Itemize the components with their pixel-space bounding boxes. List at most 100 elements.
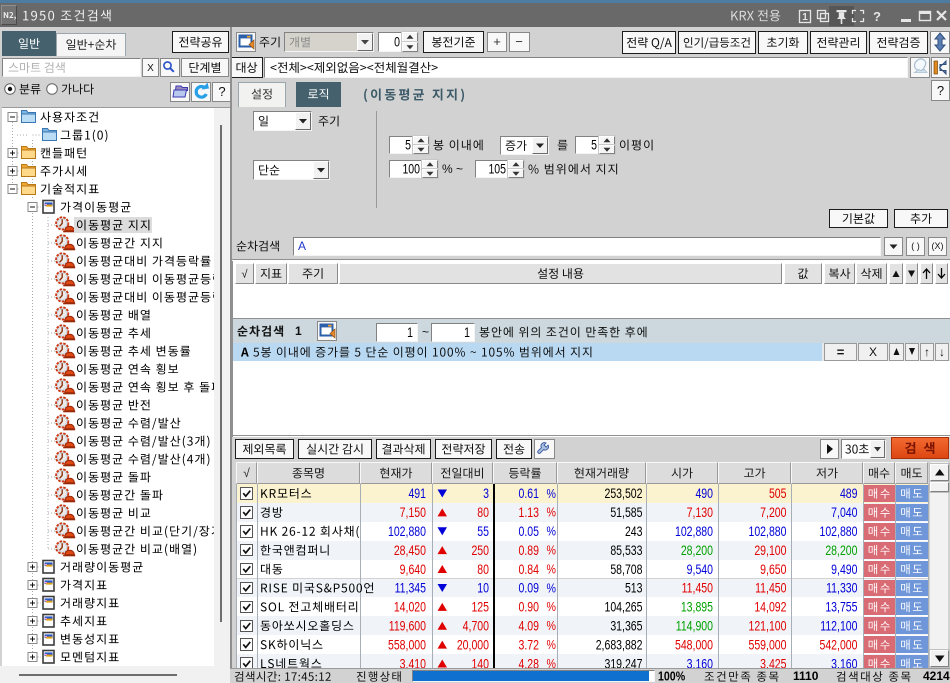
svg-text:%: % [547,506,556,520]
svg-text:% ~: % ~ [442,162,463,176]
svg-text:4214: 4214 [923,669,950,683]
svg-text:102,880: 102,880 [819,524,857,540]
svg-text:A: A [298,239,306,253]
svg-text:↑: ↑ [924,345,930,359]
svg-text:0.61: 0.61 [519,486,540,502]
svg-text:28,200: 28,200 [681,543,713,559]
svg-text:489: 489 [840,486,858,502]
svg-text:0.09: 0.09 [519,580,540,596]
svg-text:1: 1 [295,324,302,338]
svg-text:%: % [547,638,556,652]
svg-text:7,200: 7,200 [760,505,787,521]
svg-text:20,000: 20,000 [457,637,489,653]
svg-text:513: 513 [625,580,643,596]
svg-text:5: 5 [405,137,411,153]
svg-text:1.13: 1.13 [519,505,540,521]
svg-text:1: 1 [407,325,413,341]
svg-text:3,160: 3,160 [831,656,858,672]
svg-text:14,020: 14,020 [394,599,426,615]
svg-text:28,200: 28,200 [825,543,857,559]
svg-text:0.84: 0.84 [519,562,540,578]
svg-text:7,150: 7,150 [400,505,427,521]
svg-text:4.28: 4.28 [519,656,540,672]
svg-text:100%: 100% [658,670,685,683]
svg-text:√: √ [241,268,248,280]
svg-text:0.89: 0.89 [519,543,540,559]
svg-text:1110: 1110 [793,669,819,683]
svg-text:4,700: 4,700 [463,618,490,634]
svg-text:?: ? [218,84,225,99]
svg-text:0.05: 0.05 [519,524,540,540]
svg-text:243: 243 [625,524,643,540]
svg-text:14,092: 14,092 [754,599,786,615]
svg-text:29,100: 29,100 [754,543,786,559]
svg-text:140: 140 [471,656,489,672]
svg-text:(X): (X) [932,241,944,251]
svg-text:3: 3 [483,486,489,502]
svg-text:112,100: 112,100 [820,618,857,634]
svg-text:4.09: 4.09 [519,618,540,634]
svg-text:505: 505 [769,486,787,502]
svg-text:%: % [547,582,556,596]
svg-text:%: % [547,619,556,633]
svg-text:102,880: 102,880 [675,524,713,540]
svg-text:+: + [493,34,501,49]
svg-text:51,585: 51,585 [610,505,642,521]
svg-text:−: − [515,34,523,49]
svg-text:548,000: 548,000 [675,637,713,653]
svg-text:11,450: 11,450 [755,580,787,596]
svg-text:?: ? [937,83,944,98]
svg-text:%: % [547,487,556,501]
svg-text:9,540: 9,540 [687,562,714,578]
svg-text:3,410: 3,410 [400,656,427,672]
svg-text:104,265: 104,265 [604,599,642,615]
svg-text:13,895: 13,895 [681,599,713,615]
svg-text:3,160: 3,160 [687,656,714,672]
svg-text:9,490: 9,490 [831,562,858,578]
svg-text:100: 100 [402,161,420,177]
svg-text:542,000: 542,000 [819,637,857,653]
svg-text:13,755: 13,755 [825,599,857,615]
svg-text:253,502: 253,502 [604,486,642,502]
svg-text:%: % [547,600,556,614]
svg-text:~: ~ [422,325,429,339]
svg-text:80: 80 [477,562,489,578]
svg-text:9,650: 9,650 [760,562,787,578]
svg-text:490: 490 [695,486,713,502]
svg-text:%: % [547,544,556,558]
svg-text:9,640: 9,640 [400,562,427,578]
svg-text:?: ? [873,9,881,24]
svg-text:119,600: 119,600 [389,618,426,634]
svg-text:1: 1 [802,12,808,23]
svg-text:105: 105 [488,161,506,177]
svg-text:0.90: 0.90 [519,599,540,615]
svg-text:%: % [547,563,556,577]
svg-text:558,000: 558,000 [388,637,426,653]
svg-text:1: 1 [464,325,470,341]
svg-text:( ): ( ) [911,241,920,251]
svg-text:↓: ↓ [939,345,945,359]
svg-text:11,330: 11,330 [826,580,858,596]
svg-text:31,365: 31,365 [610,618,642,634]
svg-text:3,425: 3,425 [760,656,787,672]
svg-text:55: 55 [477,524,489,540]
svg-text:5: 5 [591,137,597,153]
svg-text:491: 491 [408,486,426,502]
svg-text:114,900: 114,900 [676,618,713,634]
svg-text:319,247: 319,247 [604,656,642,672]
svg-text:80: 80 [477,505,489,521]
svg-text:85,533: 85,533 [610,543,642,559]
svg-text:250: 250 [471,543,489,559]
svg-text:11,450: 11,450 [682,580,714,596]
svg-text:7,040: 7,040 [831,505,858,521]
svg-text:2,683,882: 2,683,882 [596,637,643,653]
svg-text:559,000: 559,000 [748,637,786,653]
svg-text:102,880: 102,880 [388,524,426,540]
svg-text:√: √ [243,466,250,480]
svg-text:125: 125 [471,599,489,615]
svg-text:121,100: 121,100 [748,618,786,634]
svg-text:%: % [547,525,556,539]
svg-text:%: % [547,657,556,671]
svg-text:58,708: 58,708 [610,562,642,578]
svg-text:3.72: 3.72 [519,637,540,653]
